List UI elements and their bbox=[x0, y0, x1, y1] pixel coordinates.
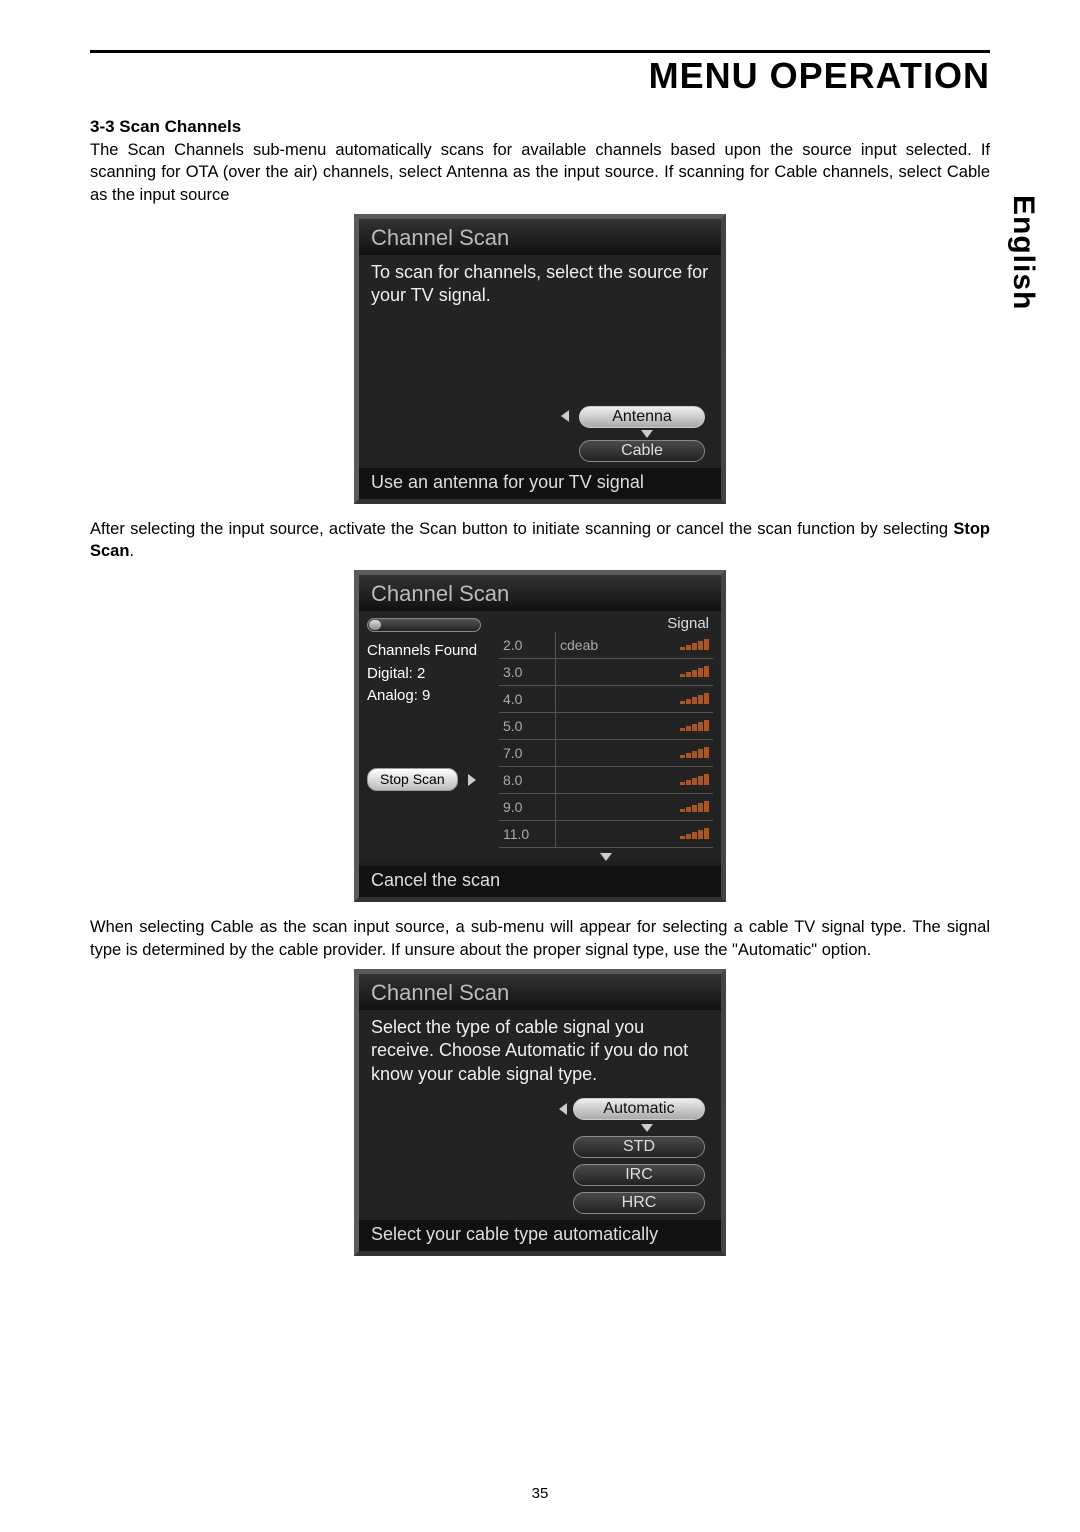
signal-column-header: Signal bbox=[499, 615, 713, 632]
dialog-instruction: Select the type of cable signal you rece… bbox=[371, 1016, 709, 1086]
scan-progress-bar bbox=[367, 618, 481, 632]
dialog-hint: Cancel the scan bbox=[359, 866, 721, 897]
dialog-title: Channel Scan bbox=[359, 974, 721, 1010]
channel-row: 7.0 bbox=[499, 740, 713, 767]
channel-row: 8.0 bbox=[499, 767, 713, 794]
channel-signal bbox=[651, 794, 713, 821]
option-std[interactable]: STD bbox=[573, 1136, 705, 1158]
channel-signal bbox=[651, 686, 713, 713]
channel-name bbox=[556, 767, 652, 794]
option-irc[interactable]: IRC bbox=[573, 1164, 705, 1186]
option-cable[interactable]: Cable bbox=[579, 440, 705, 462]
section-para-1: The Scan Channels sub-menu automatically… bbox=[90, 139, 990, 206]
channel-name bbox=[556, 821, 652, 848]
channel-scan-dialog-cable-type: Channel Scan Select the type of cable si… bbox=[354, 969, 726, 1256]
channel-number: 2.0 bbox=[499, 632, 556, 659]
channel-signal bbox=[651, 767, 713, 794]
channel-number: 3.0 bbox=[499, 659, 556, 686]
channel-number: 5.0 bbox=[499, 713, 556, 740]
channel-signal bbox=[651, 659, 713, 686]
arrow-down-icon bbox=[641, 430, 653, 438]
dialog-title: Channel Scan bbox=[359, 219, 721, 255]
dialog-hint: Select your cable type automatically bbox=[359, 1220, 721, 1251]
channel-list-table: 2.0cdeab3.04.05.07.08.09.011.0 bbox=[499, 632, 713, 848]
dialog-title: Channel Scan bbox=[359, 575, 721, 611]
channel-signal bbox=[651, 632, 713, 659]
arrow-left-icon bbox=[561, 410, 569, 422]
channel-number: 9.0 bbox=[499, 794, 556, 821]
channel-row: 2.0cdeab bbox=[499, 632, 713, 659]
channel-scan-dialog-progress: Channel Scan Channels Found Digital: 2 A… bbox=[354, 570, 726, 902]
dialog-instruction: To scan for channels, select the source … bbox=[371, 261, 709, 308]
channel-number: 7.0 bbox=[499, 740, 556, 767]
dialog-hint: Use an antenna for your TV signal bbox=[359, 468, 721, 499]
channel-row: 4.0 bbox=[499, 686, 713, 713]
channel-name bbox=[556, 686, 652, 713]
language-tab: English bbox=[1006, 195, 1040, 310]
channels-found-label: Channels Found bbox=[367, 640, 499, 663]
channel-scan-dialog-source: Channel Scan To scan for channels, selec… bbox=[354, 214, 726, 504]
option-automatic[interactable]: Automatic bbox=[573, 1098, 705, 1120]
channel-number: 8.0 bbox=[499, 767, 556, 794]
channel-signal bbox=[651, 713, 713, 740]
section-heading: 3-3 Scan Channels bbox=[90, 117, 990, 137]
channel-signal bbox=[651, 821, 713, 848]
channel-name bbox=[556, 740, 652, 767]
channel-row: 11.0 bbox=[499, 821, 713, 848]
channel-name bbox=[556, 713, 652, 740]
channel-name bbox=[556, 794, 652, 821]
channel-number: 11.0 bbox=[499, 821, 556, 848]
stop-scan-button[interactable]: Stop Scan bbox=[367, 768, 458, 791]
option-antenna[interactable]: Antenna bbox=[579, 406, 705, 428]
option-hrc[interactable]: HRC bbox=[573, 1192, 705, 1214]
channel-row: 3.0 bbox=[499, 659, 713, 686]
arrow-right-icon bbox=[468, 774, 476, 786]
section-para-2: After selecting the input source, activa… bbox=[90, 518, 990, 563]
arrow-left-icon bbox=[559, 1103, 567, 1115]
page-number: 35 bbox=[0, 1485, 1080, 1502]
page-header-title: MENU OPERATION bbox=[90, 55, 990, 97]
section-para-3: When selecting Cable as the scan input s… bbox=[90, 916, 990, 961]
channel-name bbox=[556, 659, 652, 686]
channel-row: 5.0 bbox=[499, 713, 713, 740]
channel-row: 9.0 bbox=[499, 794, 713, 821]
analog-count: Analog: 9 bbox=[367, 685, 499, 708]
arrow-down-icon bbox=[600, 853, 612, 861]
digital-count: Digital: 2 bbox=[367, 663, 499, 686]
arrow-down-icon bbox=[641, 1124, 653, 1132]
channel-number: 4.0 bbox=[499, 686, 556, 713]
channel-name: cdeab bbox=[556, 632, 652, 659]
channel-signal bbox=[651, 740, 713, 767]
